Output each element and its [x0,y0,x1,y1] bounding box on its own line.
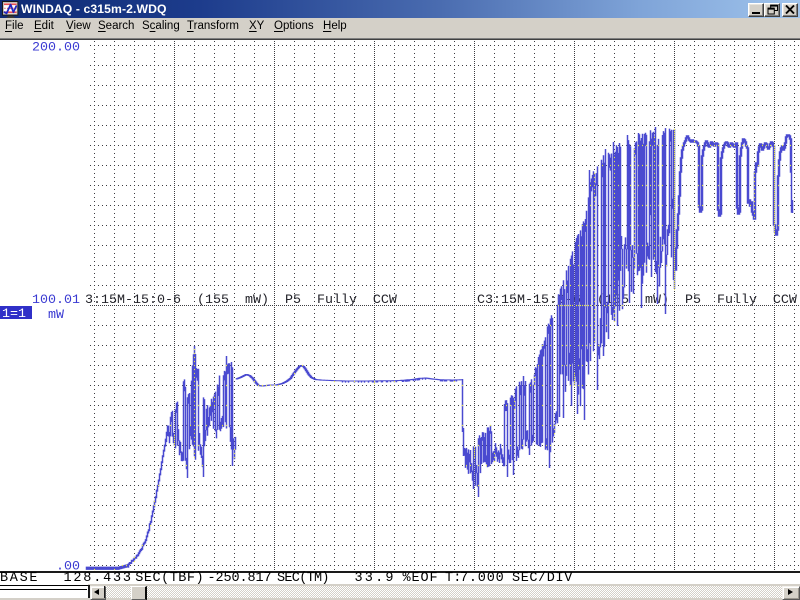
svg-text:mW: mW [48,308,64,323]
svg-text:200.00: 200.00 [32,41,80,56]
svg-text:100.01: 100.01 [32,293,80,308]
svg-text:1=1: 1=1 [2,307,26,322]
svg-text:.00: .00 [56,559,80,571]
svg-text:3:15M-15:0-6 (155 mW) P5 F: 3:15M-15:0-6 (155 mW) P5 Fully CCW [85,293,397,308]
svg-text:C3:15M-15:0-6 (155 mW) P5: C3:15M-15:0-6 (155 mW) P5 Fully CCW [477,293,797,308]
